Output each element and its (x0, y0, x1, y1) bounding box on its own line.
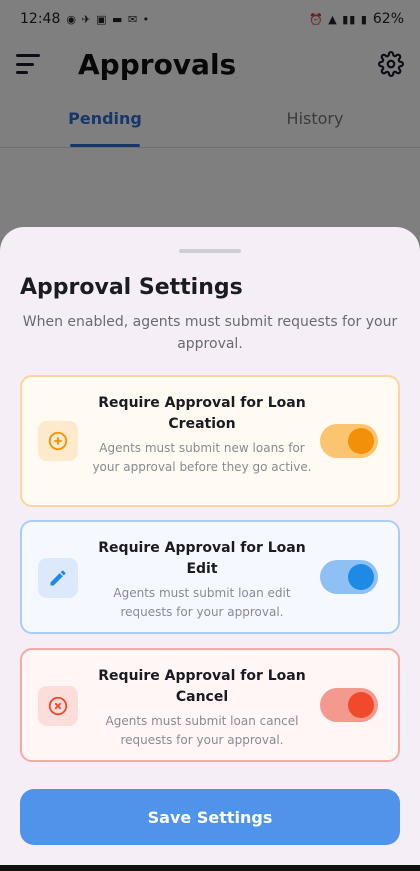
loan-cancel-toggle[interactable] (320, 688, 378, 722)
sheet-subtitle: When enabled, agents must submit request… (22, 314, 398, 352)
approval-settings-sheet: Approval Settings When enabled, agents m… (0, 227, 420, 871)
system-nav-bar (0, 865, 420, 871)
card-description: Agents must submit new loans for your ap… (92, 441, 312, 474)
loan-creation-toggle[interactable] (320, 424, 378, 458)
card-description: Agents must submit loan cancel requests … (105, 714, 299, 747)
card-title: Require Approval for Loan Cancel (98, 668, 306, 705)
loan-edit-toggle[interactable] (320, 560, 378, 594)
loan-cancel-setting-card: Require Approval for Loan Cancel Agents … (20, 648, 400, 762)
card-title: Require Approval for Loan Creation (98, 395, 306, 432)
card-title: Require Approval for Loan Edit (98, 540, 306, 577)
pencil-icon (38, 558, 78, 598)
sheet-title: Approval Settings (20, 275, 243, 300)
loan-creation-setting-card: Require Approval for Loan Creation Agent… (20, 375, 400, 507)
cancel-circle-icon (38, 686, 78, 726)
add-circle-icon (38, 421, 78, 461)
card-description: Agents must submit loan edit requests fo… (113, 586, 291, 619)
loan-edit-setting-card: Require Approval for Loan Edit Agents mu… (20, 520, 400, 634)
save-settings-button[interactable]: Save Settings (20, 789, 400, 845)
sheet-drag-handle[interactable] (179, 249, 241, 253)
